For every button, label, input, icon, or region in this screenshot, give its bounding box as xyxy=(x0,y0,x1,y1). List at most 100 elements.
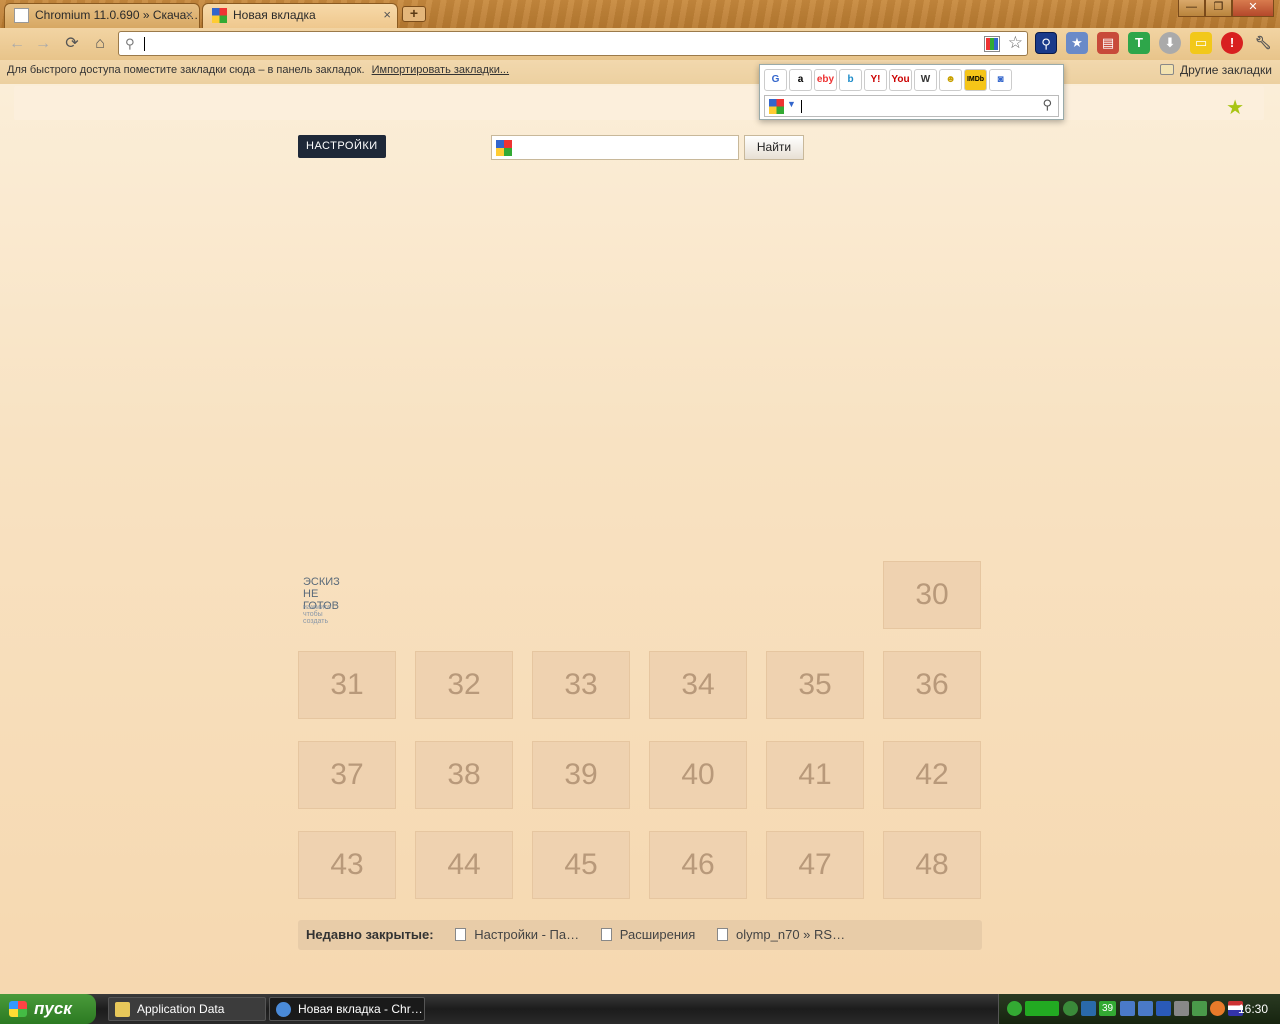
empty-slot[interactable]: 37 xyxy=(298,741,396,809)
tray-badge[interactable]: 39 xyxy=(1099,1001,1116,1016)
mail-extension-icon[interactable]: ▤ xyxy=(1097,32,1119,54)
alert-extension-icon[interactable]: ! xyxy=(1221,32,1243,54)
chromium-icon xyxy=(276,1002,291,1017)
empty-slot[interactable]: 34 xyxy=(649,651,747,719)
reload-button[interactable]: ⟳ xyxy=(61,33,83,55)
empty-slot[interactable]: 44 xyxy=(415,831,513,899)
import-bookmarks-link[interactable]: Импортировать закладки... xyxy=(372,64,509,76)
folder-extension-icon[interactable]: ▭ xyxy=(1190,32,1212,54)
empty-slot[interactable]: 32 xyxy=(415,651,513,719)
home-button[interactable]: ⌂ xyxy=(89,33,111,55)
start-label: пуск xyxy=(34,999,72,1018)
back-button[interactable]: ← xyxy=(6,33,28,55)
clock: 16:30 xyxy=(1237,1002,1268,1016)
bookmarks-extension-icon[interactable]: ★ xyxy=(1066,32,1088,54)
amazon-engine-icon[interactable]: a xyxy=(789,69,812,91)
ebay-engine-icon[interactable]: eby xyxy=(814,69,837,91)
new-tab-page: ★ НАСТРОЙКИ Найти ЭСКИЗ НЕ ГОТОВ нажмите … xyxy=(0,84,1280,994)
empty-slot[interactable]: 47 xyxy=(766,831,864,899)
tab-close-icon[interactable]: × xyxy=(383,4,391,26)
close-window-button[interactable]: ✕ xyxy=(1232,0,1274,17)
imdb-engine-icon[interactable]: IMDb xyxy=(964,69,987,91)
empty-slot[interactable]: 42 xyxy=(883,741,981,809)
engine-list: Ga eby b Y! You W ☻ IMDb ◙ xyxy=(764,69,1012,91)
forward-button[interactable]: → xyxy=(32,33,54,55)
bookmark-star-icon[interactable]: ☆ xyxy=(1008,33,1023,53)
empty-slot[interactable]: 43 xyxy=(298,831,396,899)
tray-coco-icon[interactable] xyxy=(1025,1001,1059,1016)
empty-slot[interactable]: 45 xyxy=(532,831,630,899)
toolbar: ← → ⟳ ⌂ ⚲ ☆ ⚲ ★ ▤ T ⬇ ▭ ! 🔧︎ xyxy=(0,28,1280,60)
tab-new-tab[interactable]: Новая вкладка × xyxy=(202,3,398,28)
tray-volume-icon[interactable] xyxy=(1174,1001,1189,1016)
tab-title: Новая вкладка xyxy=(233,8,316,22)
omnibox[interactable]: ⚲ ☆ xyxy=(118,31,1028,56)
empty-slot[interactable]: 38 xyxy=(415,741,513,809)
taskbar-item-application-data[interactable]: Application Data xyxy=(108,997,266,1021)
empty-slot[interactable]: 30 xyxy=(883,561,981,629)
tray-utorrent-icon[interactable] xyxy=(1063,1001,1078,1016)
other-bookmarks-label: Другие закладки xyxy=(1180,63,1272,77)
search-extension-icon[interactable]: ⚲ xyxy=(1035,32,1057,54)
yahoo-engine-icon[interactable]: Y! xyxy=(864,69,887,91)
system-tray: 39 16:30 xyxy=(998,994,1280,1024)
empty-slot[interactable]: 39 xyxy=(532,741,630,809)
recent-item[interactable]: Настройки - Па… xyxy=(455,920,579,950)
tab-title: Chromium 11.0.690 » Скача… xyxy=(35,8,199,22)
chevron-down-icon[interactable]: ▼ xyxy=(787,99,796,109)
google-icon xyxy=(496,140,512,156)
find-button[interactable]: Найти xyxy=(744,135,804,160)
maximize-button[interactable]: ❐ xyxy=(1205,0,1232,17)
task-label: Новая вкладка - Chr… xyxy=(298,1002,423,1016)
empty-slot[interactable]: 36 xyxy=(883,651,981,719)
empty-slot[interactable]: 35 xyxy=(766,651,864,719)
empty-slot[interactable]: 40 xyxy=(649,741,747,809)
popup-search-input[interactable]: ▼ ⚲ xyxy=(764,95,1059,117)
settings-button[interactable]: НАСТРОЙКИ xyxy=(298,135,386,158)
smiley-engine-icon[interactable]: ☻ xyxy=(939,69,962,91)
download-extension-icon[interactable]: ⬇ xyxy=(1159,32,1181,54)
text-caret xyxy=(144,37,145,51)
wikipedia-engine-icon[interactable]: W xyxy=(914,69,937,91)
taskbar: пуск Application Data Новая вкладка - Ch… xyxy=(0,994,1280,1024)
page-action-icon[interactable] xyxy=(984,36,1000,52)
folder-icon xyxy=(1160,64,1175,75)
google-engine-icon[interactable]: G xyxy=(764,69,787,91)
favorite-star-icon[interactable]: ★ xyxy=(1226,95,1244,120)
empty-slot[interactable]: 33 xyxy=(532,651,630,719)
new-tab-button[interactable]: + xyxy=(402,6,426,22)
tab-chromium[interactable]: Chromium 11.0.690 » Скача… × xyxy=(4,3,200,28)
speed-dial-header: ★ xyxy=(14,86,1264,120)
tab-close-icon[interactable]: × xyxy=(185,4,193,26)
start-button[interactable]: пуск xyxy=(0,994,96,1024)
tray-firefox-icon[interactable] xyxy=(1210,1001,1225,1016)
translate-extension-icon[interactable]: T xyxy=(1128,32,1150,54)
camera-engine-icon[interactable]: ◙ xyxy=(989,69,1012,91)
wrench-icon[interactable]: 🔧︎ xyxy=(1252,32,1274,54)
search-icon: ⚲ xyxy=(125,36,135,51)
empty-slot[interactable]: 48 xyxy=(883,831,981,899)
recent-item[interactable]: olymp_n70 » RS… xyxy=(716,920,846,950)
tray-display-icon[interactable] xyxy=(1138,1001,1153,1016)
tray-app-icon[interactable] xyxy=(1007,1001,1022,1016)
empty-slot[interactable]: 46 xyxy=(649,831,747,899)
tray-monitor-icon[interactable] xyxy=(1120,1001,1135,1016)
tray-play-icon[interactable] xyxy=(1156,1001,1171,1016)
minimize-button[interactable]: — xyxy=(1178,0,1205,17)
empty-slot[interactable]: 31 xyxy=(298,651,396,719)
bing-engine-icon[interactable]: b xyxy=(839,69,862,91)
youtube-engine-icon[interactable]: You xyxy=(889,69,912,91)
recent-item[interactable]: Расширения xyxy=(600,920,695,950)
bookmarks-bar: Для быстрого доступа поместите закладки … xyxy=(0,60,1280,84)
page-icon xyxy=(600,928,612,941)
tray-network-icon[interactable] xyxy=(1081,1001,1096,1016)
search-icon[interactable]: ⚲ xyxy=(1042,97,1052,113)
other-bookmarks-button[interactable]: Другие закладки xyxy=(1160,60,1272,80)
recent-item-label: olymp_n70 » RS… xyxy=(735,927,846,942)
text-caret xyxy=(801,100,802,113)
speed-dial-search-input[interactable] xyxy=(491,135,739,160)
recently-closed-bar: Недавно закрытые: Настройки - Па… Расшир… xyxy=(298,920,982,950)
empty-slot[interactable]: 41 xyxy=(766,741,864,809)
taskbar-item-chromium[interactable]: Новая вкладка - Chr… xyxy=(269,997,425,1021)
tray-safely-remove-icon[interactable] xyxy=(1192,1001,1207,1016)
